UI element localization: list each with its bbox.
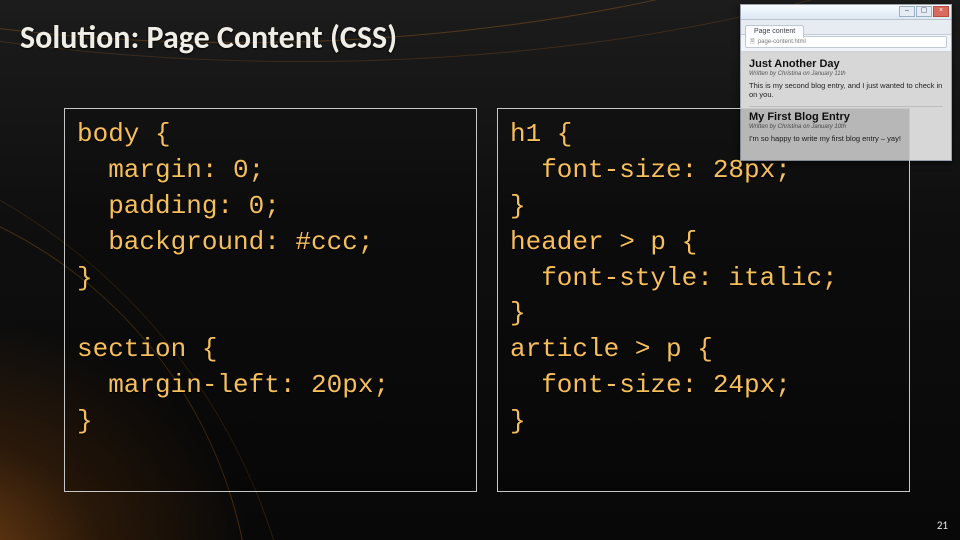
code-row: body { margin: 0; padding: 0; background… bbox=[64, 108, 910, 492]
page-number: 21 bbox=[937, 519, 948, 532]
minimize-icon: – bbox=[899, 6, 915, 17]
post-body: This is my second blog entry, and I just… bbox=[749, 81, 943, 100]
browser-addressbar: 🗎 page-content.html bbox=[741, 35, 951, 52]
divider bbox=[749, 106, 943, 107]
maximize-icon: ▢ bbox=[916, 6, 932, 17]
code-box-left: body { margin: 0; padding: 0; background… bbox=[64, 108, 477, 492]
url-text: page-content.html bbox=[758, 37, 806, 47]
post-byline: Written by Christina on January 11th bbox=[749, 71, 943, 77]
url-field: 🗎 page-content.html bbox=[745, 36, 947, 48]
slide: Solution: Page Content (CSS) – ▢ × Page … bbox=[0, 0, 960, 540]
browser-tabbar: Page content bbox=[741, 20, 951, 35]
window-titlebar: – ▢ × bbox=[741, 5, 951, 20]
window-buttons: – ▢ × bbox=[899, 6, 949, 17]
post-title: Just Another Day bbox=[749, 58, 943, 70]
code-content: h1 { font-size: 28px; } header > p { fon… bbox=[510, 117, 897, 440]
code-box-right: h1 { font-size: 28px; } header > p { fon… bbox=[497, 108, 910, 492]
close-icon: × bbox=[933, 6, 949, 17]
page-icon: 🗎 bbox=[750, 37, 755, 47]
slide-title: Solution: Page Content (CSS) bbox=[20, 18, 397, 57]
code-content: body { margin: 0; padding: 0; background… bbox=[77, 117, 464, 440]
